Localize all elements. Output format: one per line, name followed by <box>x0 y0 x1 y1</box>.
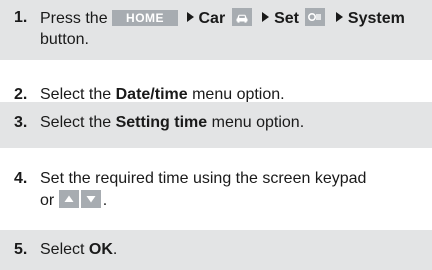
step-suffix: menu option. <box>211 114 305 131</box>
step-number: 3. <box>14 114 28 131</box>
step-text: Select the Setting time menu option. <box>40 113 424 133</box>
step-text-line2: or . <box>40 190 107 211</box>
arrow-right-icon <box>335 12 343 22</box>
home-button: HOME <box>112 10 179 26</box>
step-4: 4. Set the required time using the scree… <box>0 148 432 230</box>
step-3: 3. Select the Setting time menu option. <box>0 102 432 148</box>
car-icon <box>231 8 252 26</box>
step-5: 5. Select OK. <box>0 230 432 270</box>
step-prefix: Select the <box>40 86 112 103</box>
system-label: System <box>347 10 405 27</box>
step-number: 5. <box>14 241 28 258</box>
step-text: Set the required time using the screen k… <box>40 170 367 187</box>
step-2: 2. Select the Date/time menu option. <box>0 60 432 103</box>
arrow-up-icon <box>58 190 79 208</box>
step-prefix: Select <box>40 241 85 258</box>
step-number: 4. <box>14 170 28 187</box>
step-number: 1. <box>14 9 28 26</box>
arrow-right-icon <box>262 12 270 22</box>
arrow-down-icon <box>80 190 101 208</box>
instruction-steps: 1. Press the HOME Car Set System button.… <box>0 0 432 270</box>
step-text: Select OK. <box>40 240 424 260</box>
step-prefix: Press the <box>40 10 108 27</box>
arrow-right-icon <box>186 12 194 22</box>
settings-sliders-icon <box>305 8 326 26</box>
step-1: 1. Press the HOME Car Set System button. <box>0 0 432 60</box>
menu-option-label: Date/time <box>115 86 188 103</box>
step-prefix: or <box>40 192 55 209</box>
step-suffix: menu option. <box>192 86 285 103</box>
step-suffix: . <box>112 241 118 258</box>
step-text: Press the HOME Car Set System <box>40 8 424 29</box>
set-label: Set <box>274 10 299 27</box>
menu-option-label: Setting time <box>115 114 208 131</box>
step-text-line2: button. <box>40 31 89 48</box>
car-label: Car <box>198 10 226 27</box>
step-prefix: Select the <box>40 114 112 131</box>
ok-label: OK <box>88 241 113 258</box>
step-suffix: . <box>102 192 108 209</box>
